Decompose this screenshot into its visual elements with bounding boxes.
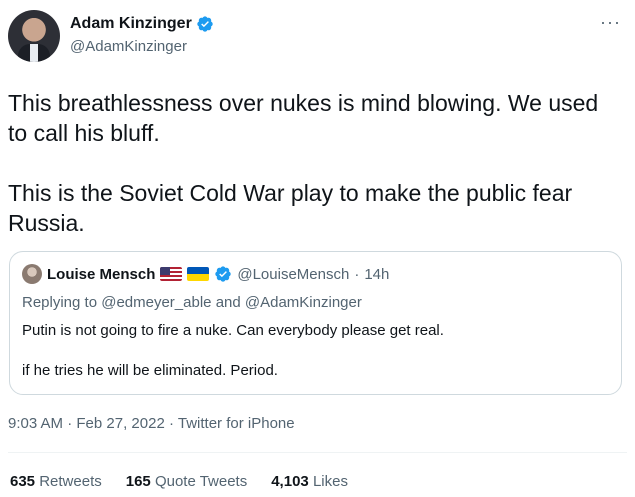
reply-prefix: Replying to <box>22 294 98 311</box>
retweets-count: 635 <box>10 473 36 490</box>
tweet-meta: 9:03 AM · Feb 27, 2022 · Twitter for iPh… <box>8 415 295 432</box>
quoted-avatar <box>22 264 42 284</box>
quoted-author-name: Louise Mensch <box>47 265 156 283</box>
reply-mention-2[interactable]: @AdamKinzinger <box>245 294 362 311</box>
retweets-label: Retweets <box>39 473 102 490</box>
verified-badge-icon <box>197 16 213 32</box>
quoted-reply-context: Replying to @edmeyer_able and @AdamKinzi… <box>22 294 362 311</box>
tweet-time[interactable]: 9:03 AM <box>8 415 63 432</box>
meta-separator: · <box>67 415 73 432</box>
tweet-header: Adam Kinzinger @AdamKinzinger ··· <box>8 10 627 62</box>
quotes-label: Quote Tweets <box>154 473 248 490</box>
likes-count: 4,103 <box>271 473 309 490</box>
likes-stat[interactable]: 4,103 Likes <box>271 473 348 490</box>
retweets-stat[interactable]: 635 Retweets <box>10 473 102 490</box>
author-avatar[interactable] <box>8 10 60 62</box>
divider <box>8 452 627 453</box>
quotes-stat[interactable]: 165 Quote Tweets <box>126 473 247 490</box>
reply-mention-1[interactable]: @edmeyer_able <box>101 294 211 311</box>
author-info: Adam Kinzinger @AdamKinzinger <box>70 14 214 57</box>
us-flag-icon <box>160 267 183 281</box>
quoted-header: Louise Mensch @LouiseMensch · 14h <box>22 264 389 284</box>
quoted-timestamp: 14h <box>364 265 390 283</box>
quoted-author-handle: @LouiseMensch <box>237 265 350 283</box>
likes-label: Likes <box>312 473 348 490</box>
quoted-separator: · <box>354 265 360 283</box>
verified-badge-icon <box>215 266 232 282</box>
tweet-source[interactable]: Twitter for iPhone <box>178 415 295 432</box>
author-handle[interactable]: @AdamKinzinger <box>70 37 214 57</box>
tweet-text: This breathlessness over nukes is mind b… <box>8 90 599 236</box>
more-options-icon[interactable]: ··· <box>600 13 621 31</box>
reply-and: and <box>215 294 241 311</box>
quotes-count: 165 <box>125 473 151 490</box>
ukraine-flag-icon <box>187 267 210 281</box>
tweet-stats: 635 Retweets 165 Quote Tweets 4,103 Like… <box>10 473 348 490</box>
quoted-tweet[interactable]: Louise Mensch @LouiseMensch · 14h Replyi… <box>9 251 622 395</box>
quoted-text: Putin is not going to fire a nuke. Can e… <box>22 322 444 379</box>
tweet-date[interactable]: Feb 27, 2022 <box>76 415 164 432</box>
author-name[interactable]: Adam Kinzinger <box>70 14 192 34</box>
meta-separator: · <box>168 415 174 432</box>
